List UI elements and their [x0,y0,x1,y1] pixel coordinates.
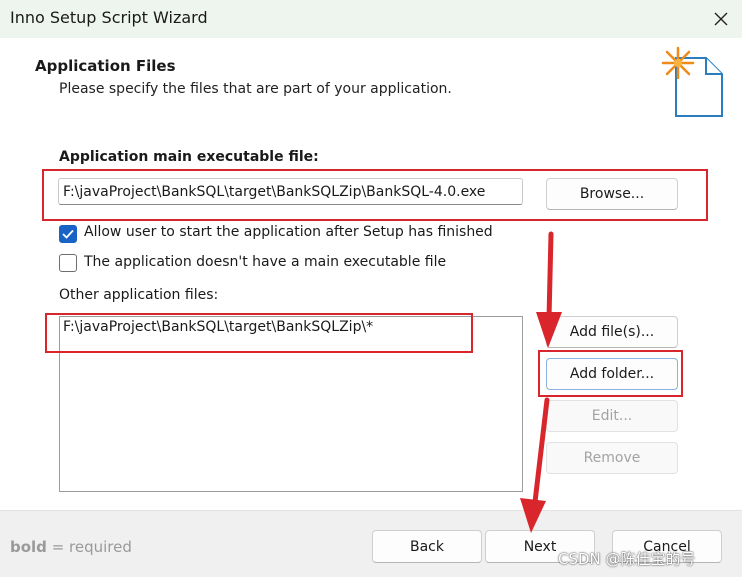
annotation-arrows [520,231,562,533]
watermark: CSDN @陈佳宝的号 [558,550,696,568]
arrow-to-add-folder [536,231,562,348]
arrow-to-next [520,397,550,533]
